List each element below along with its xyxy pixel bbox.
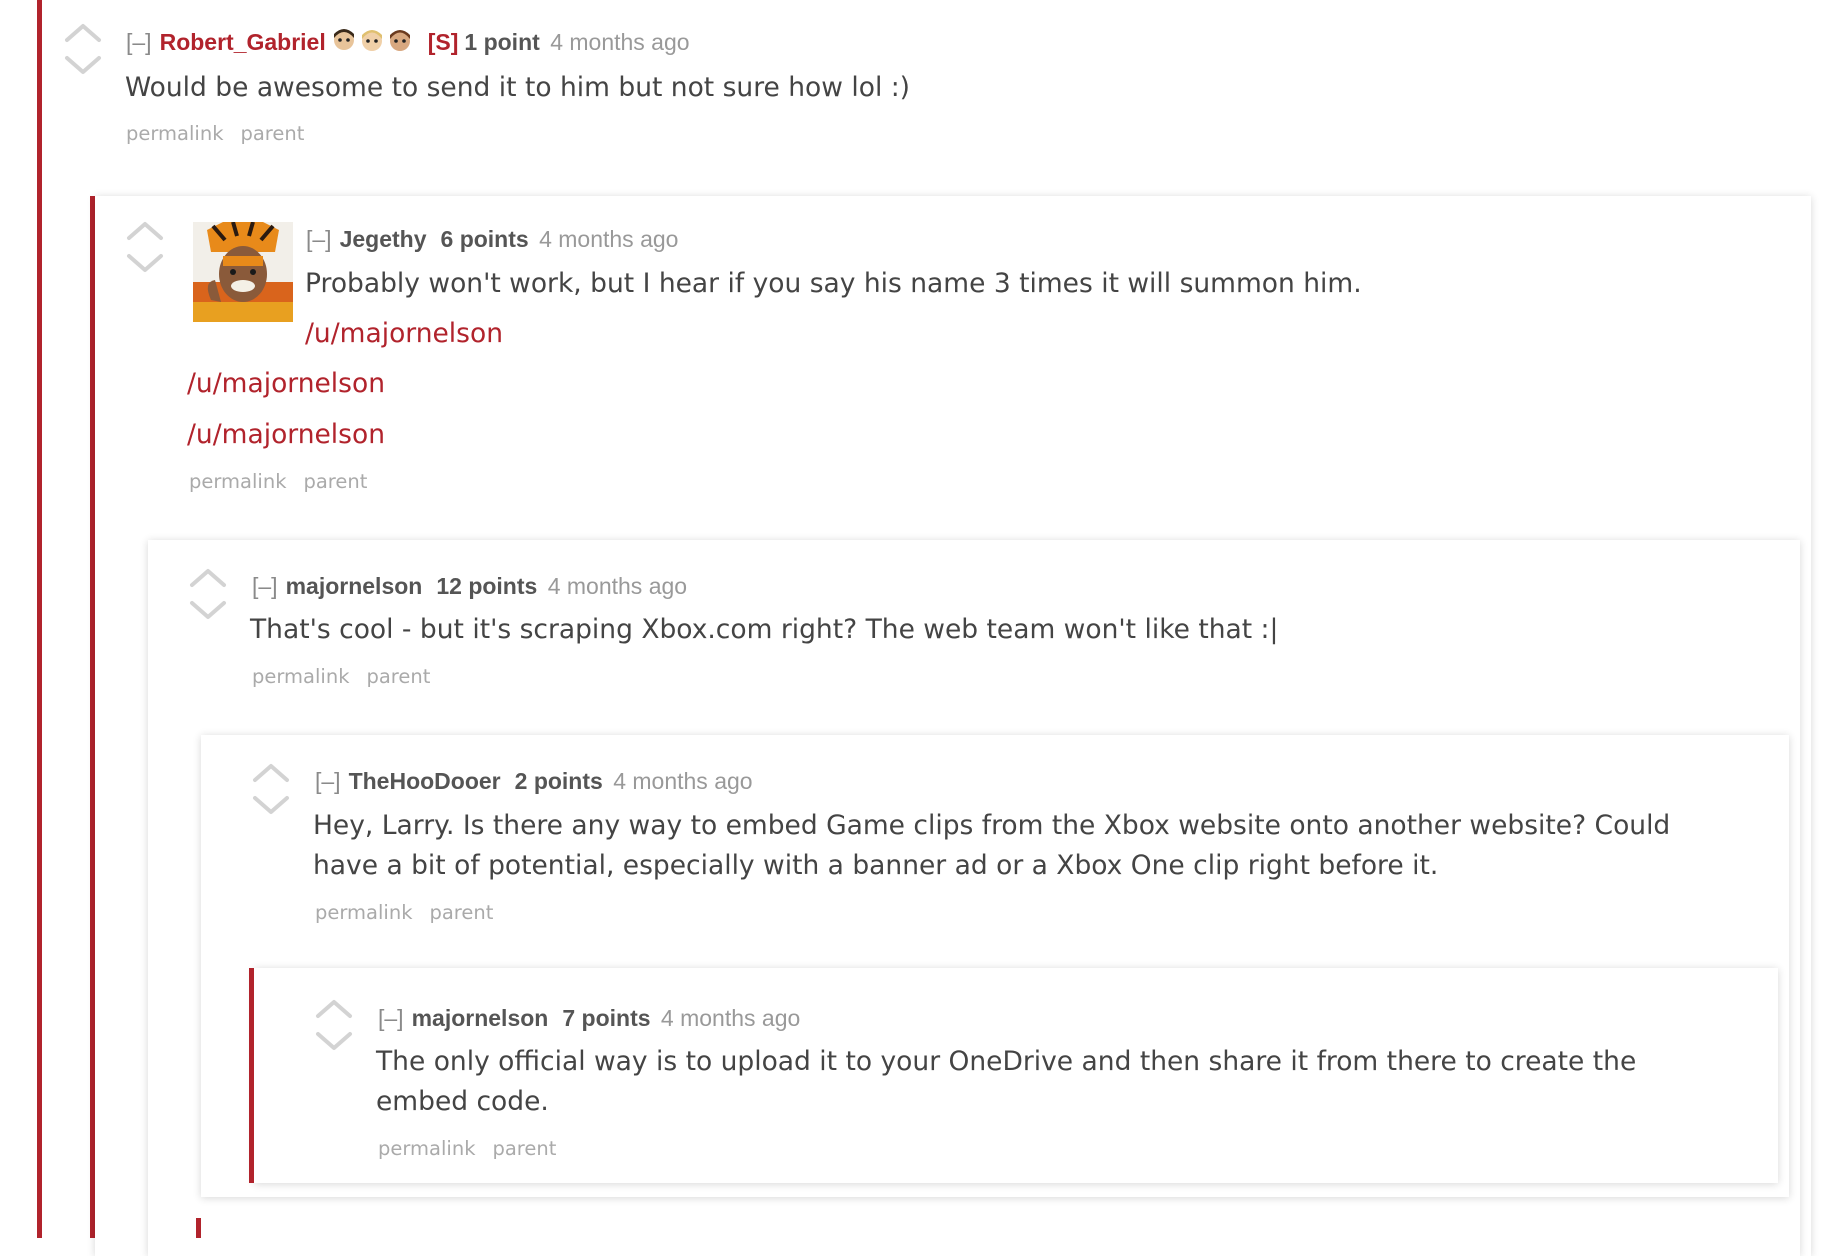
comment-buttons: permalink parent <box>378 1137 573 1161</box>
parent-button[interactable]: parent <box>492 1137 556 1160</box>
user-mention-link[interactable]: /u/majornelson <box>305 314 503 354</box>
parent-button[interactable]: parent <box>303 470 367 493</box>
downvote-arrow-icon[interactable] <box>253 796 289 814</box>
score: 1 point <box>464 29 540 55</box>
comment-tagline: [–] Jegethy 6 points 4 months ago <box>306 225 678 253</box>
collapse-toggle[interactable]: [–] <box>306 226 332 252</box>
permalink-button[interactable]: permalink <box>378 1137 475 1160</box>
permalink-button[interactable]: permalink <box>252 665 349 688</box>
permalink-button[interactable]: permalink <box>315 901 412 924</box>
comment-buttons: permalink parent <box>126 122 321 146</box>
downvote-arrow-icon[interactable] <box>316 1032 352 1050</box>
thread-bar-level-1 <box>37 0 42 1238</box>
user-avatar[interactable] <box>193 222 293 322</box>
collapse-toggle[interactable]: [–] <box>378 1005 404 1031</box>
author-link[interactable]: TheHooDooer <box>349 768 501 794</box>
permalink-button[interactable]: permalink <box>189 470 286 493</box>
comment-tagline: [–] majornelson 7 points 4 months ago <box>378 1004 800 1032</box>
upvote-arrow-icon[interactable] <box>253 764 289 782</box>
comment-buttons: permalink parent <box>189 470 384 494</box>
collapse-toggle[interactable]: [–] <box>252 573 278 599</box>
vote-arrows <box>125 218 165 274</box>
parent-button[interactable]: parent <box>240 122 304 145</box>
comment-body: Would be awesome to send it to him but n… <box>125 72 910 103</box>
comment-body: That's cool - but it's scraping Xbox.com… <box>250 614 1279 645</box>
vote-arrows <box>314 996 354 1052</box>
downvote-arrow-icon[interactable] <box>190 601 226 619</box>
upvote-arrow-icon[interactable] <box>127 222 163 240</box>
author-link[interactable]: majornelson <box>286 573 423 599</box>
score: 7 points <box>562 1005 651 1031</box>
timestamp: 4 months ago <box>547 573 688 599</box>
parent-button[interactable]: parent <box>366 665 430 688</box>
score: 2 points <box>514 768 603 794</box>
vote-arrows <box>188 565 228 621</box>
user-mention-link[interactable]: /u/majornelson <box>187 415 385 455</box>
author-link[interactable]: Jegethy <box>340 226 427 252</box>
comment-body-line: embed code. <box>376 1086 549 1117</box>
downvote-arrow-icon[interactable] <box>65 56 101 74</box>
upvote-arrow-icon[interactable] <box>65 24 101 42</box>
vote-arrows <box>251 760 291 816</box>
comment-tagline: [–] Robert_Gabriel [S] 1 point 4 months ag… <box>126 26 690 62</box>
submitter-tag[interactable]: [S] <box>428 29 459 55</box>
score: 6 points <box>440 226 529 252</box>
collapse-toggle[interactable]: [–] <box>126 29 152 55</box>
permalink-button[interactable]: permalink <box>126 122 223 145</box>
upvote-arrow-icon[interactable] <box>316 1000 352 1018</box>
thread-bar-level-4-cont <box>196 1218 201 1238</box>
comment-tagline: [–] majornelson 12 points 4 months ago <box>252 572 687 600</box>
comment-body-line: have a bit of potential, especially with… <box>313 850 1439 881</box>
timestamp: 4 months ago <box>550 29 690 55</box>
downvote-arrow-icon[interactable] <box>127 254 163 272</box>
comment-body-line: The only official way is to upload it to… <box>376 1046 1637 1077</box>
parent-button[interactable]: parent <box>429 901 493 924</box>
timestamp: 4 months ago <box>613 768 753 794</box>
comment-tagline: [–] TheHooDooer 2 points 4 months ago <box>315 767 753 795</box>
timestamp: 4 months ago <box>660 1005 801 1031</box>
score: 12 points <box>436 573 538 599</box>
thread-bar-level-5 <box>249 968 254 1183</box>
comment-buttons: permalink parent <box>252 665 447 689</box>
comment-body-line: Hey, Larry. Is there any way to embed Ga… <box>313 810 1671 841</box>
collapse-toggle[interactable]: [–] <box>315 768 341 794</box>
author-link[interactable]: majornelson <box>412 1005 549 1031</box>
vote-arrows <box>63 20 103 76</box>
upvote-arrow-icon[interactable] <box>190 569 226 587</box>
flair-icon <box>330 26 416 62</box>
timestamp: 4 months ago <box>539 226 679 252</box>
author-link[interactable]: Robert_Gabriel <box>160 29 326 55</box>
user-mention-link[interactable]: /u/majornelson <box>187 364 385 404</box>
comment-body: Probably won't work, but I hear if you s… <box>305 268 1362 299</box>
comment-buttons: permalink parent <box>315 901 510 925</box>
